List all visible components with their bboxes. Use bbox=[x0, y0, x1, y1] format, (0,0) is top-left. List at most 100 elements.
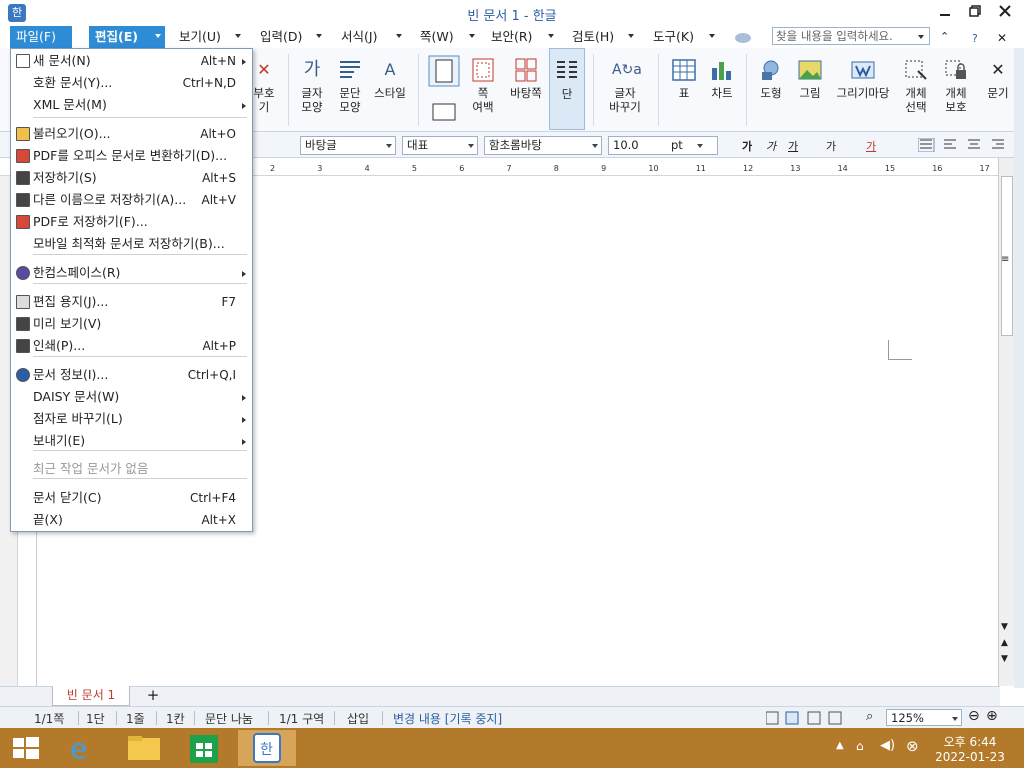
file-menu-item[interactable]: DAISY 문서(W) bbox=[11, 386, 252, 408]
picture-button[interactable]: 그림 bbox=[792, 48, 828, 100]
align-buttons[interactable] bbox=[918, 138, 1014, 152]
close-icon bbox=[999, 5, 1011, 17]
cloud-icon[interactable] bbox=[734, 30, 752, 44]
column-button[interactable]: 단 bbox=[549, 48, 585, 130]
menu-review[interactable]: 검토(H) bbox=[566, 26, 620, 48]
zoom-in-icon[interactable]: ⊕ bbox=[986, 708, 998, 724]
table-button[interactable]: 표 bbox=[666, 48, 702, 100]
view-mode-buttons[interactable] bbox=[766, 711, 846, 725]
shape-button[interactable]: 도형 bbox=[752, 48, 790, 100]
file-menu-item[interactable]: 다른 이름으로 저장하기(A)... Alt+V bbox=[11, 189, 252, 211]
file-menu-item[interactable]: 한컴스페이스(R) bbox=[11, 262, 252, 284]
menu-view[interactable]: 보기(U) bbox=[173, 26, 227, 48]
minimize-icon bbox=[940, 14, 950, 16]
add-tab-button[interactable]: + bbox=[138, 688, 168, 704]
store-icon[interactable] bbox=[178, 730, 230, 766]
side-panel-strip[interactable] bbox=[1014, 48, 1024, 688]
ribbon-collapse-icon[interactable]: ⌃ bbox=[940, 30, 949, 43]
hwp-app-icon[interactable]: 한 bbox=[238, 730, 296, 766]
file-menu-item[interactable]: PDF로 저장하기(F)... bbox=[11, 211, 252, 233]
file-menu-label: 점자로 바꾸기(L) bbox=[33, 411, 123, 426]
italic-button[interactable]: 가 bbox=[766, 138, 776, 154]
close-button[interactable] bbox=[990, 3, 1020, 23]
object-protect-button[interactable]: 개체 보호 bbox=[936, 48, 976, 114]
page-landscape-icon[interactable] bbox=[427, 100, 461, 126]
char-shape-button[interactable]: 가 글자 모양 bbox=[296, 48, 328, 114]
paragraph-shape-button[interactable]: 문단 모양 bbox=[334, 48, 366, 114]
underline-button[interactable]: 가 bbox=[788, 138, 798, 154]
speaker-icon[interactable]: ◀) bbox=[880, 738, 895, 753]
drawing-gallery-button[interactable]: 그리기마당 bbox=[830, 48, 896, 100]
file-menu-shortcut: Alt+P bbox=[202, 339, 236, 353]
file-menu-item[interactable]: 모바일 최적화 문서로 저장하기(B)... bbox=[11, 233, 252, 255]
file-menu-item[interactable]: PDF를 오피스 문서로 변환하기(D)... bbox=[11, 145, 252, 167]
search-dropdown-icon[interactable] bbox=[918, 35, 924, 39]
file-menu-item[interactable]: XML 문서(M) bbox=[11, 94, 252, 116]
file-menu-item[interactable]: 문서 닫기(C) Ctrl+F4 bbox=[11, 487, 252, 509]
zoom-out-icon[interactable]: ⊖ bbox=[968, 708, 980, 724]
change-char-button[interactable]: A↻a 글자 바꾸기 bbox=[600, 48, 650, 114]
clock-time[interactable]: 오후 6:44 bbox=[940, 733, 1000, 750]
vertical-scrollbar[interactable]: ≡ ▼ ▲ ▼ bbox=[998, 158, 1014, 686]
internet-explorer-icon[interactable]: e bbox=[56, 730, 108, 766]
file-menu-item[interactable]: 새 문서(N) Alt+N bbox=[11, 50, 252, 72]
menu-edit[interactable]: 편집(E) bbox=[89, 26, 165, 48]
file-menu-item[interactable]: 보내기(E) bbox=[11, 430, 252, 452]
minimize-button[interactable] bbox=[930, 3, 960, 23]
clock-date[interactable]: 2022-01-23 bbox=[930, 750, 1010, 764]
tab-doc-1[interactable]: 빈 문서 1 bbox=[52, 686, 130, 706]
shape-icon bbox=[762, 60, 779, 80]
windows-start-icon[interactable] bbox=[0, 730, 52, 766]
file-explorer-icon[interactable] bbox=[118, 730, 170, 766]
more-button[interactable]: ✕ 문기 bbox=[984, 48, 1012, 100]
status-mode[interactable]: 삽입 bbox=[347, 710, 369, 727]
margin-button[interactable]: 쪽 여백 bbox=[466, 48, 500, 114]
size-combo[interactable]: 10.0 pt bbox=[608, 136, 718, 155]
menu-tools[interactable]: 도구(K) bbox=[647, 26, 700, 48]
ruler-tick: 2 bbox=[270, 164, 276, 173]
style-combo[interactable]: 바탕글 bbox=[300, 136, 396, 155]
search-input[interactable]: 찾을 내용을 입력하세요. bbox=[772, 27, 930, 45]
file-menu-item[interactable]: 편집 용지(J)... F7 bbox=[11, 291, 252, 313]
tray-up-icon[interactable]: ▲ bbox=[836, 740, 844, 751]
file-menu-item[interactable]: 점자로 바꾸기(L) bbox=[11, 408, 252, 430]
menu-file[interactable]: 파일(F) bbox=[10, 26, 72, 48]
master-page-button[interactable]: 바탕쪽 bbox=[506, 48, 546, 100]
strike-button[interactable]: 가 bbox=[826, 138, 836, 154]
scroll-down-icon[interactable]: ▼ bbox=[1001, 622, 1008, 632]
menu-security[interactable]: 보안(R) bbox=[485, 26, 538, 48]
file-menu-item[interactable]: 미리 보기(V) bbox=[11, 313, 252, 335]
zoom-icon[interactable]: ⌕ bbox=[866, 709, 873, 724]
menu-format[interactable]: 서식(J) bbox=[335, 26, 383, 48]
chart-button[interactable]: 차트 bbox=[704, 48, 740, 100]
page-portrait-icon[interactable] bbox=[427, 54, 461, 88]
menu-insert[interactable]: 입력(D) bbox=[254, 26, 308, 48]
status-divider bbox=[268, 711, 269, 725]
bold-button[interactable]: 가 bbox=[742, 138, 752, 154]
notification-icon[interactable]: ⊗ bbox=[906, 737, 919, 755]
help-icon[interactable]: ? bbox=[972, 32, 978, 45]
file-menu-item[interactable]: 문서 정보(I)... Ctrl+Q,I bbox=[11, 364, 252, 386]
file-menu-item[interactable]: 인쇄(P)... Alt+P bbox=[11, 335, 252, 357]
zoom-combo[interactable]: 125% bbox=[886, 709, 962, 726]
status-char: 1칸 bbox=[166, 712, 185, 726]
close-doc-icon[interactable]: ✕ bbox=[997, 31, 1007, 45]
file-menu-item[interactable]: 호환 문서(Y)... Ctrl+N,D bbox=[11, 72, 252, 94]
page-down-icon[interactable]: ▼ bbox=[1001, 654, 1008, 664]
network-icon[interactable]: ⌂ bbox=[856, 739, 864, 753]
page-up-icon[interactable]: ▲ bbox=[1001, 638, 1008, 648]
font-color-button[interactable]: 가 bbox=[866, 138, 876, 154]
status-track-changes[interactable]: 변경 내용 [기록 중지] bbox=[393, 710, 502, 727]
file-menu-item[interactable]: 끝(X) Alt+X bbox=[11, 509, 252, 531]
lang-combo[interactable]: 대표 bbox=[402, 136, 478, 155]
object-select-button[interactable]: 개체 선택 bbox=[898, 48, 934, 114]
toolbar-divider bbox=[658, 54, 659, 126]
symbol-button[interactable]: ✕ 부호 기 bbox=[250, 48, 278, 114]
font-combo[interactable]: 함초롬바탕 bbox=[484, 136, 602, 155]
restore-button[interactable] bbox=[960, 3, 990, 23]
style-button[interactable]: A 스타일 bbox=[370, 48, 410, 100]
file-menu-item[interactable]: 저장하기(S) Alt+S bbox=[11, 167, 252, 189]
menu-page[interactable]: 쪽(W) bbox=[414, 26, 460, 48]
file-menu-item[interactable]: 불러오기(O)... Alt+O bbox=[11, 123, 252, 145]
chevron-down-icon bbox=[155, 34, 161, 38]
